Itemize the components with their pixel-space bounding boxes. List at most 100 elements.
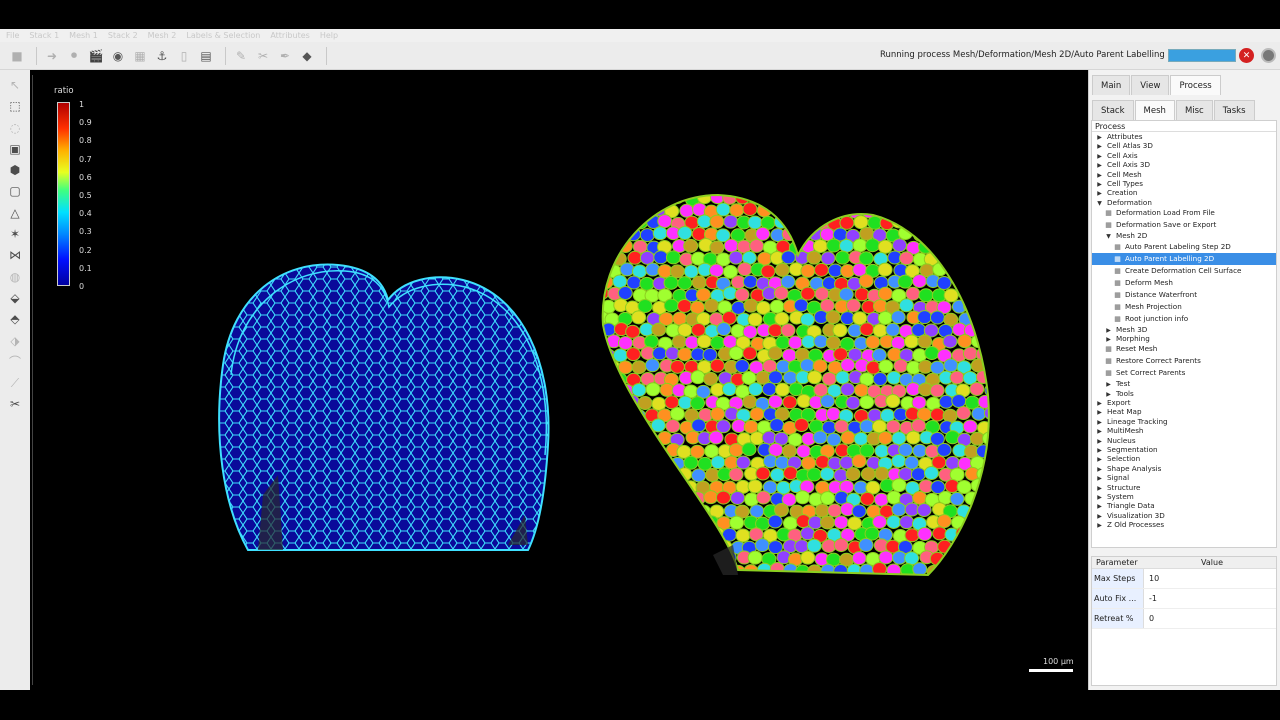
anchor-icon[interactable]: ⚓ xyxy=(153,47,171,65)
process-folder[interactable]: ▶ Heat Map xyxy=(1092,407,1276,416)
tab-misc[interactable]: Misc xyxy=(1175,100,1213,120)
menu-item[interactable]: Stack 1 xyxy=(29,31,59,40)
parameter-value[interactable]: -1 xyxy=(1144,589,1157,608)
pencil-icon[interactable]: ✎ xyxy=(232,47,250,65)
grid-icon[interactable]: ▦ xyxy=(131,47,149,65)
process-item[interactable]: ▦ Set Correct Parents xyxy=(1092,367,1276,379)
menu-item[interactable]: File xyxy=(6,31,19,40)
tab-view[interactable]: View xyxy=(1131,75,1170,95)
mesh-cell xyxy=(626,444,642,459)
clapper-icon[interactable]: 🎬 xyxy=(87,47,105,65)
tab-tasks[interactable]: Tasks xyxy=(1213,100,1255,120)
mesh-cell xyxy=(703,490,719,505)
process-item[interactable]: ▦ Mesh Projection xyxy=(1092,301,1276,313)
process-folder[interactable]: ▶ Test xyxy=(1092,379,1276,388)
mirror-icon[interactable]: ⋈ xyxy=(5,246,25,264)
process-folder[interactable]: ▶ Export xyxy=(1092,398,1276,407)
process-item[interactable]: ▦ Auto Parent Labelling 2D xyxy=(1092,252,1276,265)
bucket-icon[interactable]: ◍ xyxy=(5,268,25,286)
process-item[interactable]: ▦ Deformation Load From File xyxy=(1092,207,1276,219)
mesh-cell xyxy=(788,382,804,397)
eraser-icon[interactable]: ⬗ xyxy=(5,332,25,350)
process-folder[interactable]: ▼ Mesh 2D xyxy=(1092,231,1276,240)
process-folder[interactable]: ▶ Cell Types xyxy=(1092,179,1276,188)
mesh-cell xyxy=(710,455,726,470)
process-item[interactable]: ▦ Distance Waterfront xyxy=(1092,289,1276,301)
process-folder[interactable]: ▶ Morphing xyxy=(1092,334,1276,343)
process-folder[interactable]: ▶ Structure xyxy=(1092,483,1276,492)
process-item[interactable]: ▦ Create Deformation Cell Surface xyxy=(1092,265,1276,277)
3d-viewport[interactable]: ratio 1 0.9 0.8 0.7 0.6 0.5 0.4 0.3 0.2 0.1 0 100 … xyxy=(32,75,1087,685)
process-item[interactable]: ▦ Root junction info xyxy=(1092,313,1276,325)
process-folder[interactable]: ▶ Shape Analysis xyxy=(1092,464,1276,473)
cancel-process-button[interactable]: ✕ xyxy=(1239,48,1254,63)
mesh-cell xyxy=(588,347,602,360)
process-folder[interactable]: ▶ Signal xyxy=(1092,473,1276,482)
film-icon[interactable]: ▤ xyxy=(197,47,215,65)
process-folder[interactable]: ▶ MultiMesh xyxy=(1092,426,1276,435)
process-folder[interactable]: ▶ Selection xyxy=(1092,454,1276,463)
tab-main[interactable]: Main xyxy=(1092,75,1131,95)
star-icon[interactable]: ✶ xyxy=(5,225,25,243)
brush-icon[interactable]: ⌒ xyxy=(5,353,25,371)
menu-item[interactable]: Attributes xyxy=(270,31,310,40)
mesh-cell xyxy=(962,226,978,241)
menu-item[interactable]: Help xyxy=(320,31,338,40)
parameter-value[interactable]: 0 xyxy=(1144,609,1154,628)
process-folder[interactable]: ▶ Cell Mesh xyxy=(1092,170,1276,179)
mesh-cell xyxy=(646,550,662,565)
stop-icon[interactable] xyxy=(1261,48,1276,63)
pipette-icon[interactable]: ⟋ xyxy=(5,374,25,392)
mesh-cell xyxy=(885,419,901,434)
scissors-icon[interactable]: ✂ xyxy=(254,47,272,65)
process-item[interactable]: ▦ Deformation Save or Export xyxy=(1092,219,1276,231)
mesh-select-icon[interactable]: ⬢ xyxy=(5,161,25,179)
fill-bucket-icon[interactable]: ⬙ xyxy=(5,289,25,307)
process-folder[interactable]: ▶ Visualization 3D xyxy=(1092,511,1276,520)
cut-icon[interactable]: ✂ xyxy=(5,395,25,413)
menu-item[interactable]: Stack 2 xyxy=(108,31,138,40)
stop-square-icon[interactable]: ■ xyxy=(8,47,26,65)
forward-arrow-icon[interactable]: ➜ xyxy=(43,47,61,65)
process-item[interactable]: ▦ Deform Mesh xyxy=(1092,277,1276,289)
tab-mesh[interactable]: Mesh xyxy=(1134,100,1175,120)
label-icon[interactable]: ▢ xyxy=(5,182,25,200)
process-folder[interactable]: ▶ Creation xyxy=(1092,188,1276,197)
select-arrow-icon[interactable]: ↖ xyxy=(5,76,25,94)
lasso-icon[interactable]: ◌ xyxy=(5,119,25,137)
palette-icon[interactable]: ◉ xyxy=(109,47,127,65)
process-folder[interactable]: ▶ Segmentation xyxy=(1092,445,1276,454)
mesh-cell xyxy=(955,406,971,421)
process-item[interactable]: ▦ Auto Parent Labeling Step 2D xyxy=(1092,241,1276,253)
menu-item[interactable]: Labels & Selection xyxy=(186,31,260,40)
process-folder[interactable]: ▼ Deformation xyxy=(1092,198,1276,207)
process-folder[interactable]: ▶ System xyxy=(1092,492,1276,501)
box-select-icon[interactable]: ▣ xyxy=(5,140,25,158)
process-folder[interactable]: ▶ Cell Axis 3D xyxy=(1092,160,1276,169)
tab-stack[interactable]: Stack xyxy=(1092,100,1134,120)
menu-item[interactable]: Mesh 1 xyxy=(69,31,98,40)
paint-icon[interactable]: ⬘ xyxy=(5,310,25,328)
tab-process[interactable]: Process xyxy=(1170,75,1221,95)
process-folder[interactable]: ▶ Z Old Processes xyxy=(1092,520,1276,529)
process-folder[interactable]: ▶ Triangle Data xyxy=(1092,501,1276,510)
process-folder[interactable]: ▶ Tools xyxy=(1092,389,1276,398)
menu-item[interactable]: Mesh 2 xyxy=(148,31,177,40)
process-folder[interactable]: ▶ Cell Axis xyxy=(1092,151,1276,160)
process-folder[interactable]: ▶ Lineage Tracking xyxy=(1092,417,1276,426)
mesh-cell xyxy=(768,181,782,194)
process-folder[interactable]: ▶ Attributes xyxy=(1092,132,1276,141)
document-icon[interactable]: ▯ xyxy=(175,47,193,65)
pen-icon[interactable]: ✒ xyxy=(276,47,294,65)
fill-icon[interactable]: ◆ xyxy=(298,47,316,65)
process-folder[interactable]: ▶ Mesh 3D xyxy=(1092,325,1276,334)
process-folder[interactable]: ▶ Cell Atlas 3D xyxy=(1092,141,1276,150)
process-item[interactable]: ▦ Restore Correct Parents xyxy=(1092,355,1276,367)
record-icon[interactable]: ⏺ xyxy=(65,47,83,65)
parameter-value[interactable]: 10 xyxy=(1144,569,1159,588)
process-item[interactable]: ▦ Reset Mesh xyxy=(1092,343,1276,355)
rectangle-select-icon[interactable]: ⬚ xyxy=(5,97,25,115)
mesh-cell xyxy=(683,238,699,253)
triangle-icon[interactable]: △ xyxy=(5,204,25,222)
process-folder[interactable]: ▶ Nucleus xyxy=(1092,436,1276,445)
